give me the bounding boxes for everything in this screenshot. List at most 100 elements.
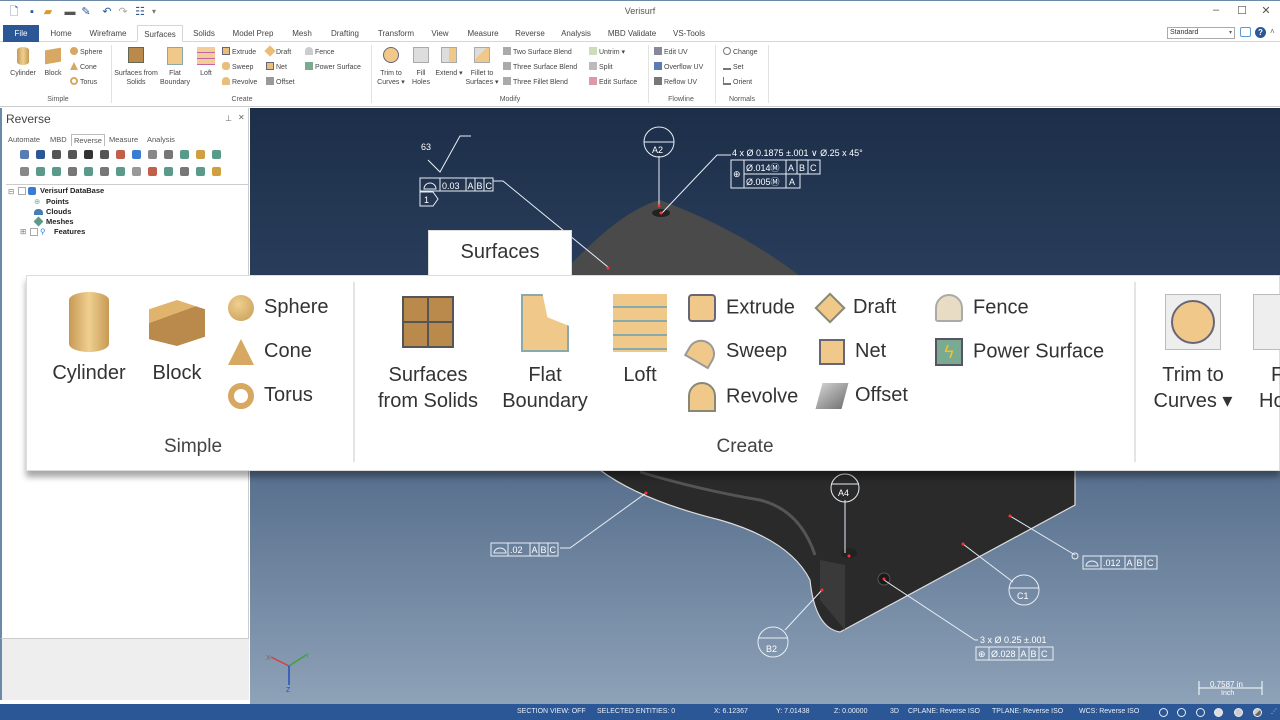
magnified-net-button[interactable]: Net — [819, 338, 886, 365]
resize-grip-icon[interactable]: ⋰ — [1271, 704, 1277, 720]
panel-tab-analysis[interactable]: Analysis — [145, 134, 177, 146]
reverse-tool-icon[interactable] — [68, 167, 77, 176]
globe-icon[interactable] — [1196, 708, 1205, 717]
orient-normals-button[interactable]: Orient — [723, 77, 752, 88]
reverse-tool-icon[interactable] — [20, 150, 29, 159]
reverse-tool-icon[interactable] — [36, 150, 45, 159]
reverse-tool-icon[interactable] — [20, 167, 29, 176]
power-surface-button[interactable]: Power Surface — [305, 62, 361, 73]
fence-button[interactable]: Fence — [305, 47, 334, 58]
fill-holes-button[interactable]: Fill Holes — [408, 47, 434, 87]
reverse-tool-icon[interactable] — [212, 150, 221, 159]
tab-mbd-validate[interactable]: MBD Validate — [606, 25, 658, 42]
loft-button[interactable]: Loft — [195, 47, 217, 78]
tplane-status[interactable]: TPLANE: Reverse ISO — [992, 704, 1063, 720]
wcs-status[interactable]: WCS: Reverse ISO — [1079, 704, 1139, 720]
cplane-status[interactable]: CPLANE: Reverse ISO — [908, 704, 980, 720]
close-button[interactable]: ✕ — [1256, 4, 1276, 17]
magnified-tab-surfaces[interactable]: Surfaces — [428, 230, 572, 276]
tab-model-prep[interactable]: Model Prep — [230, 25, 276, 42]
block-button[interactable]: Block — [40, 47, 66, 78]
sphere-button[interactable]: Sphere — [70, 47, 103, 58]
tree-collapse-icon[interactable]: ⊞ — [20, 227, 26, 236]
extend-button[interactable]: Extend ▾ — [434, 47, 464, 78]
magnified-offset-button[interactable]: Offset — [815, 382, 908, 409]
magnified-sphere-button[interactable]: Sphere — [228, 294, 329, 321]
tab-wireframe[interactable]: Wireframe — [86, 25, 130, 42]
edit-surface-button[interactable]: Edit Surface — [589, 77, 637, 88]
reverse-tool-icon[interactable] — [68, 150, 77, 159]
flat-boundary-button[interactable]: Flat Boundary — [157, 47, 193, 87]
two-surface-blend-button[interactable]: Two Surface Blend — [503, 47, 572, 58]
panel-close-icon[interactable]: ✕ — [238, 113, 245, 122]
magnified-cone-button[interactable]: Cone — [228, 338, 312, 365]
help-icon[interactable]: ? — [1255, 27, 1266, 38]
panel-tab-mbd[interactable]: MBD — [48, 134, 69, 146]
reverse-tool-icon[interactable] — [100, 167, 109, 176]
reverse-tool-icon[interactable] — [164, 167, 173, 176]
reverse-tool-icon[interactable] — [36, 167, 45, 176]
reverse-tool-icon[interactable] — [196, 150, 205, 159]
magnified-fill-holes-button[interactable]: F Ho — [1243, 292, 1280, 414]
tree-item-meshes[interactable]: Meshes — [46, 217, 74, 226]
tab-file[interactable]: File — [3, 25, 39, 42]
style-select[interactable]: Standard ▾ — [1167, 27, 1235, 39]
magnified-block-button[interactable]: Block — [141, 292, 213, 386]
reverse-tool-icon[interactable] — [52, 167, 61, 176]
set-normals-button[interactable]: Set — [723, 62, 744, 73]
tree-item-root[interactable]: Verisurf DataBase — [40, 186, 104, 195]
tree-item-features[interactable]: Features — [54, 227, 85, 236]
section-view-status[interactable]: SECTION VIEW: OFF — [517, 704, 586, 720]
net-button[interactable]: Net — [266, 62, 287, 73]
draft-button[interactable]: Draft — [264, 45, 291, 58]
split-button[interactable]: Split — [589, 62, 613, 73]
tab-mesh[interactable]: Mesh — [288, 25, 316, 42]
reflow-uv-button[interactable]: Reflow UV — [654, 77, 697, 88]
torus-button[interactable]: Torus — [70, 77, 97, 88]
tab-drafting[interactable]: Drafting — [327, 25, 363, 42]
tab-home[interactable]: Home — [45, 25, 77, 42]
shaded-sphere-icon[interactable] — [1214, 708, 1223, 717]
magnified-torus-button[interactable]: Torus — [228, 382, 313, 409]
reverse-tool-icon[interactable] — [148, 150, 157, 159]
tree-checkbox[interactable] — [18, 187, 26, 195]
overflow-uv-button[interactable]: Overflow UV — [654, 62, 703, 73]
reverse-tool-icon[interactable] — [100, 150, 109, 159]
minimize-button[interactable]: – — [1206, 4, 1226, 16]
tab-view[interactable]: View — [428, 25, 452, 42]
reverse-tool-icon[interactable] — [132, 167, 141, 176]
revolve-button[interactable]: Revolve — [222, 77, 257, 88]
panel-tab-measure[interactable]: Measure — [107, 134, 140, 146]
view-mode[interactable]: 3D — [890, 704, 899, 720]
tab-solids[interactable]: Solids — [190, 25, 218, 42]
fillet-to-surfaces-button[interactable]: Fillet to Surfaces ▾ — [464, 47, 500, 87]
magnified-draft-button[interactable]: Draft — [814, 292, 896, 324]
magnified-revolve-button[interactable]: Revolve — [688, 382, 798, 412]
pin-icon[interactable]: ⊥ — [225, 114, 232, 123]
magnified-sweep-button[interactable]: Sweep — [683, 334, 787, 370]
magnified-cylinder-button[interactable]: Cylinder — [45, 292, 133, 386]
reverse-tool-icon[interactable] — [116, 150, 125, 159]
tree-expand-icon[interactable]: ⊟ — [8, 187, 14, 196]
tree-item-clouds[interactable]: Clouds — [46, 207, 71, 216]
reverse-tool-icon[interactable] — [132, 150, 141, 159]
reverse-tool-icon[interactable] — [116, 167, 125, 176]
tab-reverse[interactable]: Reverse — [513, 25, 547, 42]
magnified-loft-button[interactable]: Loft — [607, 292, 673, 388]
globe-icon[interactable] — [1177, 708, 1186, 717]
collapse-ribbon-icon[interactable]: ˄ — [1270, 27, 1275, 36]
surfaces-from-solids-button[interactable]: Surfaces from Solids — [114, 47, 158, 87]
feedback-icon[interactable] — [1240, 27, 1251, 37]
three-surface-blend-button[interactable]: Three Surface Blend — [503, 62, 577, 73]
panel-tab-automate[interactable]: Automate — [6, 134, 42, 146]
change-normals-button[interactable]: Change — [723, 47, 758, 58]
magnified-extrude-button[interactable]: Extrude — [688, 294, 795, 322]
cone-button[interactable]: Cone — [70, 62, 97, 73]
tab-surfaces[interactable]: Surfaces — [137, 25, 183, 42]
sweep-button[interactable]: Sweep — [222, 62, 253, 73]
extrude-button[interactable]: Extrude — [222, 47, 256, 58]
wireframe-sphere-icon[interactable] — [1253, 708, 1262, 717]
globe-icon[interactable] — [1159, 708, 1168, 717]
magnified-trim-to-curves-button[interactable]: Trim to Curves ▾ — [1151, 292, 1235, 414]
panel-tab-reverse[interactable]: Reverse — [71, 134, 105, 146]
